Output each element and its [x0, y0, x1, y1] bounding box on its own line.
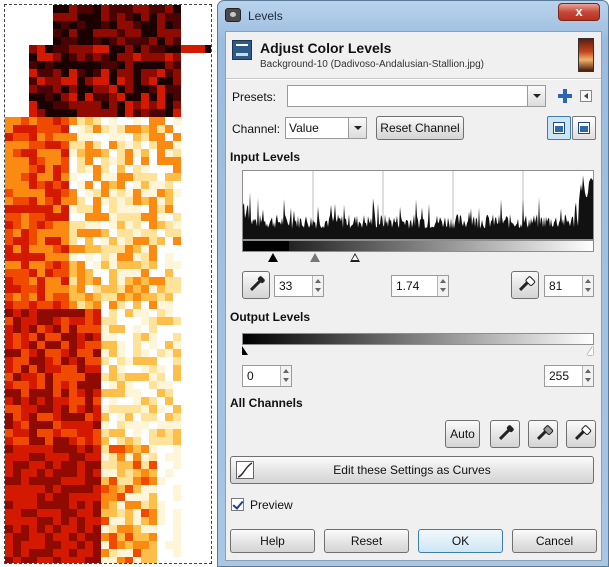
gimp-icon — [225, 8, 241, 22]
reset-button[interactable]: Reset — [324, 529, 409, 553]
gamma-handle[interactable] — [310, 253, 320, 262]
output-high-spinner[interactable]: 255 — [544, 365, 594, 387]
spinner-arrows[interactable] — [437, 276, 448, 296]
input-low-spinner[interactable]: 33 — [274, 275, 324, 297]
spinner-arrows[interactable] — [312, 276, 323, 296]
output-high-value: 255 — [549, 369, 570, 383]
output-low-spinner[interactable]: 0 — [242, 365, 292, 387]
channel-label: Channel: — [232, 122, 281, 136]
pick-gray-point-button[interactable] — [528, 420, 558, 448]
histogram-plot — [243, 171, 593, 239]
input-high-spinner[interactable]: 81 — [544, 275, 594, 297]
help-button[interactable]: Help — [230, 529, 315, 553]
eyedropper-icon — [249, 278, 263, 292]
plus-icon[interactable] — [557, 88, 573, 104]
levels-icon — [232, 40, 252, 60]
eyedropper-icon — [574, 427, 588, 441]
output-levels-heading: Output Levels — [230, 310, 311, 324]
pick-white-point-button[interactable] — [566, 420, 596, 448]
image-thumbnail — [578, 38, 594, 72]
gamma-spinner[interactable]: 1.74 — [391, 275, 449, 297]
logarithmic-histogram-icon[interactable] — [572, 116, 596, 140]
output-low-value: 0 — [247, 369, 254, 383]
window-title: Levels — [248, 9, 283, 23]
white-point-handle[interactable] — [350, 253, 360, 262]
black-point-handle[interactable] — [268, 253, 278, 262]
output-gradient-bar — [242, 333, 594, 345]
image-name: Background-10 (Dadivoso-Andalusian-Stall… — [260, 59, 485, 70]
input-levels-heading: Input Levels — [230, 150, 301, 164]
eyedropper-icon — [518, 278, 532, 292]
histogram — [242, 170, 594, 240]
eyedropper-icon — [536, 427, 550, 441]
levels-window: Levels x Adjust Color Levels Background-… — [217, 0, 609, 567]
spinner-arrows[interactable] — [280, 366, 291, 386]
image-canvas[interactable] — [4, 4, 212, 564]
triangle-left-icon — [584, 93, 588, 99]
spinner-arrows[interactable] — [582, 276, 593, 296]
dialog-body: Adjust Color Levels Background-10 (Dadiv… — [225, 31, 602, 561]
title-bar[interactable]: Levels x — [218, 1, 608, 31]
presets-menu-button[interactable] — [580, 90, 592, 102]
black-point-picker[interactable] — [242, 271, 270, 299]
all-channels-heading: All Channels — [230, 396, 303, 410]
preview-label: Preview — [250, 498, 293, 512]
output-low-handle[interactable] — [242, 346, 248, 355]
edit-as-curves-button[interactable]: Edit these Settings as Curves — [230, 456, 594, 484]
ok-button[interactable]: OK — [418, 529, 503, 553]
horse-image — [5, 5, 211, 563]
input-low-value: 33 — [279, 279, 293, 293]
chevron-down-icon[interactable] — [348, 118, 366, 138]
presets-label: Presets: — [232, 90, 277, 104]
linear-histogram-icon[interactable] — [547, 116, 571, 140]
input-high-value: 81 — [549, 279, 563, 293]
presets-combo[interactable] — [287, 85, 546, 107]
reset-channel-button[interactable]: Reset Channel — [376, 116, 464, 140]
preview-checkbox[interactable] — [231, 498, 244, 511]
dialog-heading: Adjust Color Levels — [260, 40, 392, 56]
input-gradient-bar — [242, 240, 594, 252]
eyedropper-icon — [498, 427, 512, 441]
pick-black-point-button[interactable] — [490, 420, 520, 448]
channel-combo[interactable]: Value — [285, 117, 367, 139]
gamma-value: 1.74 — [396, 279, 420, 293]
divider — [226, 78, 601, 80]
auto-button[interactable]: Auto — [445, 420, 480, 448]
edit-as-curves-label: Edit these Settings as Curves — [333, 463, 491, 477]
curves-icon — [236, 461, 254, 479]
close-button[interactable]: x — [558, 3, 600, 21]
channel-value: Value — [289, 121, 319, 135]
chevron-down-icon[interactable] — [527, 86, 545, 106]
spinner-arrows[interactable] — [582, 366, 593, 386]
output-high-handle[interactable] — [587, 346, 593, 355]
white-point-picker[interactable] — [511, 271, 539, 299]
cancel-button[interactable]: Cancel — [512, 529, 597, 553]
